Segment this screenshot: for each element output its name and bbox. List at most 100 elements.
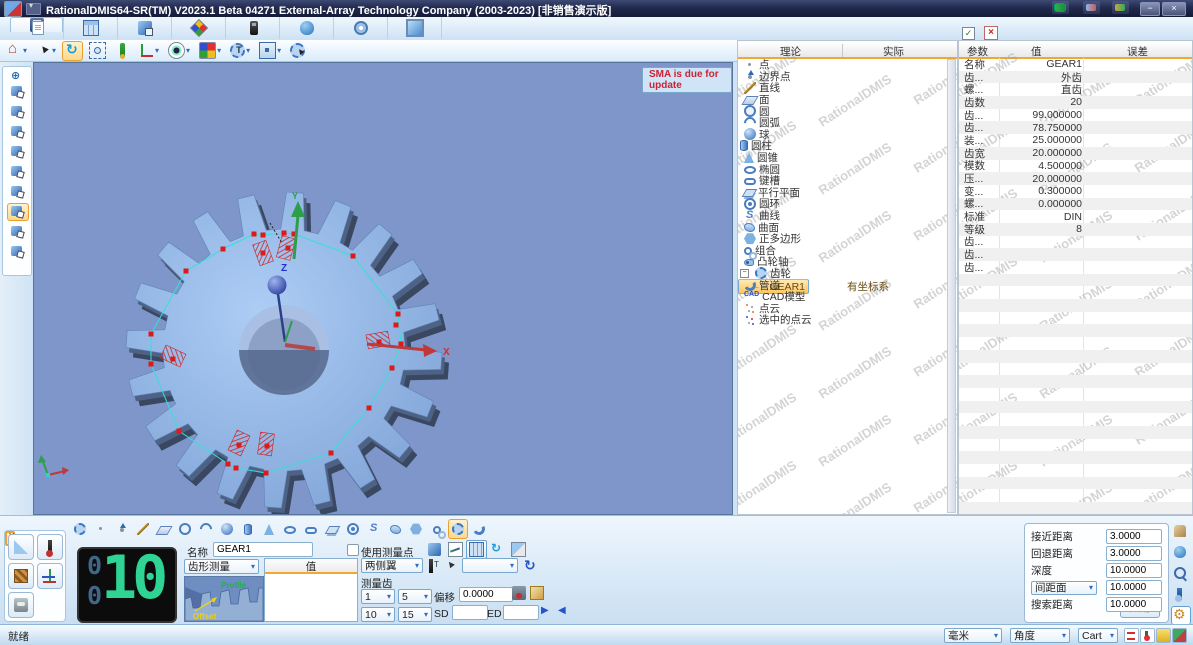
geom-point-button[interactable]: [91, 519, 111, 539]
gamepad-icon[interactable]: [1052, 1, 1069, 14]
approach-input[interactable]: [1106, 546, 1162, 561]
left-tool-button-6[interactable]: [7, 183, 29, 201]
tree-row[interactable]: 直线: [738, 81, 957, 94]
collapse-toggle[interactable]: −: [740, 268, 749, 278]
capture-box-button[interactable]: ▾: [256, 41, 284, 61]
measure-mode-select[interactable]: 齿形测量 ▾: [184, 559, 259, 574]
touch-point-icon[interactable]: [512, 586, 526, 600]
probe-blue-button[interactable]: [1171, 585, 1191, 604]
flank-select[interactable]: 两侧翼 ▾: [361, 558, 423, 573]
gear-select-button[interactable]: [287, 41, 308, 61]
approach-input[interactable]: [1106, 529, 1162, 544]
chevron-down-icon[interactable]: ▾: [217, 46, 221, 55]
pick-point-icon[interactable]: [444, 559, 458, 573]
tree-row[interactable]: 选中的点云: [738, 314, 957, 326]
gear-settings-button[interactable]: [1171, 606, 1191, 625]
step-back-icon[interactable]: [557, 605, 571, 619]
zoom-search-button[interactable]: [1171, 564, 1191, 583]
left-tool-button-9[interactable]: [7, 243, 29, 261]
offset-input[interactable]: [459, 587, 513, 602]
geom-cone-button[interactable]: [259, 519, 279, 539]
geom-gear-button[interactable]: [448, 519, 468, 539]
chevron-down-icon[interactable]: ▾: [155, 46, 159, 55]
use-measure-points-checkbox[interactable]: [347, 544, 359, 556]
tooth-select-4[interactable]: 15 ▾: [398, 607, 432, 622]
tree-row[interactable]: 圆弧: [738, 114, 957, 132]
close-panel-icon[interactable]: ×: [984, 26, 998, 40]
geom-boundary-point-button[interactable]: [112, 519, 132, 539]
left-tool-button-2[interactable]: [7, 103, 29, 121]
left-tool-button-1[interactable]: [7, 83, 29, 101]
view-tab-rotate[interactable]: [487, 540, 508, 559]
tree-header-theoretical[interactable]: 理论: [780, 44, 801, 59]
check-toggle[interactable]: ✓: [962, 27, 975, 40]
screen-color-icon[interactable]: [1172, 628, 1187, 643]
geom-parallel-planes-button[interactable]: [322, 519, 342, 539]
geom-plane-button[interactable]: [154, 519, 174, 539]
ed-input[interactable]: [503, 605, 539, 620]
approach-input[interactable]: [1106, 563, 1162, 578]
controller-icon[interactable]: [1112, 1, 1129, 14]
geom-slot-button[interactable]: [301, 519, 321, 539]
home-button[interactable]: ▾: [4, 40, 30, 61]
gear-tool-button[interactable]: ▾: [227, 41, 253, 61]
left-tool-button-5[interactable]: [7, 163, 29, 181]
geom-line-button[interactable]: [133, 519, 153, 539]
chevron-down-icon[interactable]: ▾: [52, 46, 56, 55]
view-tab-grid[interactable]: [466, 540, 487, 559]
left-tool-button-8[interactable]: [7, 223, 29, 241]
geom-cylinder-button[interactable]: [238, 519, 258, 539]
machine-tool-button[interactable]: [8, 592, 34, 618]
viewport-3d[interactable]: Y Z X SMA is due for update: [33, 62, 733, 518]
window-menu-icon[interactable]: [26, 1, 41, 15]
left-tool-button-4[interactable]: [7, 143, 29, 161]
chevron-down-icon[interactable]: ▾: [23, 46, 27, 55]
tree-row[interactable]: 面: [738, 94, 957, 106]
cage-tool-button[interactable]: [8, 563, 34, 589]
probe-angle-icon[interactable]: [429, 559, 439, 573]
screens-icon[interactable]: [1083, 1, 1100, 14]
geom-gear-button[interactable]: [70, 519, 90, 539]
view-tab-graph[interactable]: [445, 540, 466, 559]
step-forward-icon[interactable]: [540, 605, 554, 619]
left-tool-button-7[interactable]: [7, 203, 29, 221]
geom-polygon-button[interactable]: [406, 519, 426, 539]
units-select[interactable]: 毫米 ▾: [944, 628, 1002, 643]
geom-ellipse-button[interactable]: [280, 519, 300, 539]
minimize-button[interactable]: −: [1140, 2, 1160, 16]
geom-surface-button[interactable]: [385, 519, 405, 539]
axes-red-icon[interactable]: [1124, 628, 1139, 643]
coord-select[interactable]: Cart ▾: [1078, 628, 1118, 643]
pin-icon[interactable]: ⊕: [11, 69, 20, 82]
zoom-window-button[interactable]: [86, 41, 109, 61]
probe-button[interactable]: [112, 41, 133, 61]
probe-red-icon[interactable]: [1140, 628, 1155, 643]
edit-plan-icon[interactable]: [530, 586, 544, 600]
tooth-select-1[interactable]: 1 ▾: [361, 589, 395, 604]
tooth-select-2[interactable]: 5 ▾: [398, 589, 432, 604]
main-tab-color-diamond[interactable]: [172, 17, 226, 39]
layer-icon[interactable]: [1156, 628, 1171, 643]
geom-torus-button[interactable]: [343, 519, 363, 539]
sd-input[interactable]: [452, 605, 488, 620]
param-row[interactable]: 齿...: [959, 261, 1192, 274]
view-tab-cube-edit[interactable]: [424, 540, 445, 559]
rotate-view-button[interactable]: [62, 40, 84, 61]
shield-cube-button[interactable]: [1171, 543, 1191, 562]
main-tab-monitor[interactable]: [388, 17, 442, 39]
chevron-down-icon[interactable]: ▾: [246, 46, 250, 55]
close-button[interactable]: ×: [1162, 2, 1186, 16]
approach-input[interactable]: [1106, 597, 1162, 612]
main-tab-blue-shell[interactable]: [280, 17, 334, 39]
main-tab-table[interactable]: [64, 17, 118, 39]
rotate-ccw-icon[interactable]: [524, 557, 538, 571]
hand-tool-button[interactable]: [1171, 522, 1191, 541]
geom-sphere-button[interactable]: [217, 519, 237, 539]
geom-circle-button[interactable]: [175, 519, 195, 539]
left-tool-button-3[interactable]: [7, 123, 29, 141]
geom-pipe-button[interactable]: [469, 519, 489, 539]
chevron-down-icon[interactable]: ▾: [186, 46, 190, 55]
empty-select[interactable]: ▾: [462, 558, 518, 573]
geom-combine-button[interactable]: [427, 519, 447, 539]
main-tab-black-device[interactable]: [226, 17, 280, 39]
